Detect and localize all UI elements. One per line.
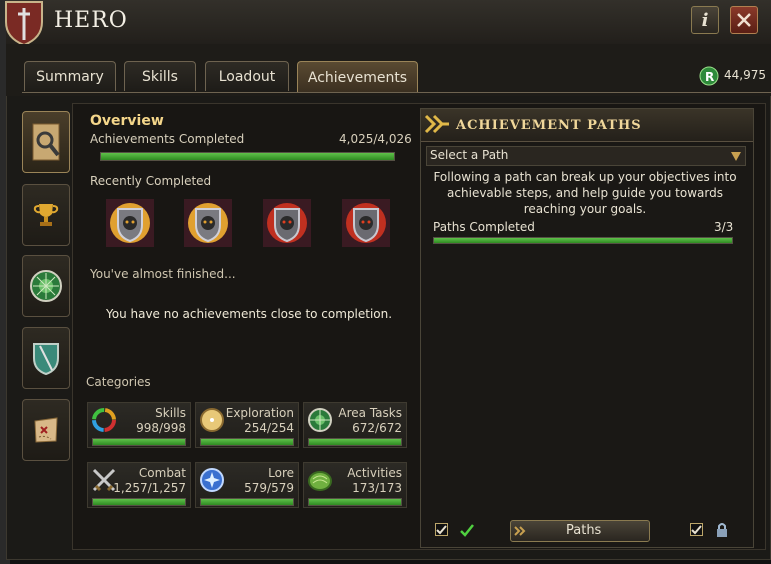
sidenav-combat[interactable] xyxy=(22,327,70,389)
achievements-progress-bar xyxy=(100,152,395,161)
close-button[interactable] xyxy=(730,6,758,34)
tab-achievements[interactable]: Achievements xyxy=(297,61,418,93)
tab-loadout[interactable]: Loadout xyxy=(205,61,289,91)
achievement-badge-icon[interactable] xyxy=(182,197,234,249)
category-area-tasks[interactable]: Area Tasks 672/672 xyxy=(303,402,407,448)
info-icon: i xyxy=(701,9,709,31)
sidenav-overview[interactable] xyxy=(22,111,70,173)
category-progress-bar xyxy=(200,498,294,506)
achievements-progress-fill xyxy=(101,153,394,160)
window-title: HERO xyxy=(54,8,128,33)
achievement-paths-title: ACHIEVEMENT PATHS xyxy=(456,118,642,133)
category-name: Activities xyxy=(347,466,402,480)
category-progress-bar xyxy=(200,438,294,446)
treasure-map-icon xyxy=(34,417,58,443)
category-combat[interactable]: Combat 1,257/1,257 xyxy=(87,462,191,508)
compass-icon xyxy=(200,408,224,432)
runecoin-amount: 44,975 xyxy=(724,68,766,82)
runecoin-icon: R xyxy=(699,66,719,86)
activities-icon xyxy=(308,471,332,491)
category-name: Skills xyxy=(155,406,186,420)
achievement-badge-icon[interactable] xyxy=(340,197,392,249)
hero-shield-icon xyxy=(2,0,46,47)
path-select-value: Select a Path xyxy=(430,148,509,162)
achievement-badge-icon[interactable] xyxy=(104,197,156,249)
category-progress-fill xyxy=(93,499,185,505)
category-skills[interactable]: Skills 998/998 xyxy=(87,402,191,448)
magnifier-scroll-icon xyxy=(32,123,60,161)
double-chevron-icon xyxy=(424,112,450,136)
chevron-down-icon xyxy=(730,150,742,162)
paths-completed-value: 3/3 xyxy=(714,220,734,234)
checkmark-icon xyxy=(691,525,702,535)
checkmark-icon xyxy=(436,525,447,535)
show-completed-checkbox[interactable] xyxy=(435,523,448,536)
green-check-icon xyxy=(459,522,475,538)
shield-sword-icon xyxy=(33,343,59,376)
category-progress-bar xyxy=(308,498,402,506)
paths-button-label: Paths xyxy=(566,523,602,538)
tab-summary[interactable]: Summary xyxy=(24,61,116,91)
lore-orb-icon xyxy=(200,468,224,492)
no-achievements-message: You have no achievements close to comple… xyxy=(106,307,393,321)
category-name: Exploration xyxy=(225,406,294,420)
double-chevron-icon xyxy=(514,524,528,538)
category-value: 998/998 xyxy=(136,421,186,435)
achievements-completed-value: 4,025/4,026 xyxy=(339,132,412,146)
category-progress-bar xyxy=(92,438,186,446)
category-progress-fill xyxy=(309,439,401,445)
category-value: 579/579 xyxy=(244,481,294,495)
category-value: 1,257/1,257 xyxy=(113,481,186,495)
area-tasks-icon xyxy=(308,408,332,432)
category-progress-fill xyxy=(201,499,293,505)
category-exploration[interactable]: Exploration 254/254 xyxy=(195,402,299,448)
category-lore[interactable]: Lore 579/579 xyxy=(195,462,299,508)
recently-completed-label: Recently Completed xyxy=(90,174,212,188)
svg-text:R: R xyxy=(705,70,714,84)
paths-progress-fill xyxy=(434,238,732,243)
sidenav-map[interactable] xyxy=(22,399,70,461)
category-activities[interactable]: Activities 173/173 xyxy=(303,462,407,508)
almost-finished-label: You've almost finished... xyxy=(90,267,236,281)
category-progress-fill xyxy=(309,499,401,505)
achievement-badge-icon[interactable] xyxy=(261,197,313,249)
trophy-icon xyxy=(33,204,59,226)
locked-filter-checkbox[interactable] xyxy=(690,523,703,536)
sidenav-medallion[interactable] xyxy=(22,255,70,317)
green-medallion-icon xyxy=(30,270,62,302)
info-button[interactable]: i xyxy=(691,6,719,34)
category-value: 173/173 xyxy=(352,481,402,495)
category-value: 254/254 xyxy=(244,421,294,435)
category-value: 672/672 xyxy=(352,421,402,435)
padlock-icon xyxy=(714,522,730,538)
categories-title: Categories xyxy=(86,375,151,389)
category-progress-fill xyxy=(201,439,293,445)
sidenav-trophies[interactable] xyxy=(22,184,70,246)
tab-divider xyxy=(22,92,771,93)
tab-skills[interactable]: Skills xyxy=(124,61,196,91)
category-name: Lore xyxy=(268,466,294,480)
paths-progress-bar xyxy=(433,237,733,244)
category-name: Combat xyxy=(138,466,186,480)
category-progress-bar xyxy=(308,438,402,446)
paths-completed-label: Paths Completed xyxy=(433,220,535,234)
achievements-completed-label: Achievements Completed xyxy=(90,132,245,146)
category-progress-fill xyxy=(93,439,185,445)
paths-description: Following a path can break up your objec… xyxy=(433,170,737,216)
category-progress-bar xyxy=(92,498,186,506)
overview-title: Overview xyxy=(90,113,164,129)
close-icon xyxy=(737,13,751,27)
category-name: Area Tasks xyxy=(338,406,402,420)
skills-wheel-icon xyxy=(92,408,116,432)
